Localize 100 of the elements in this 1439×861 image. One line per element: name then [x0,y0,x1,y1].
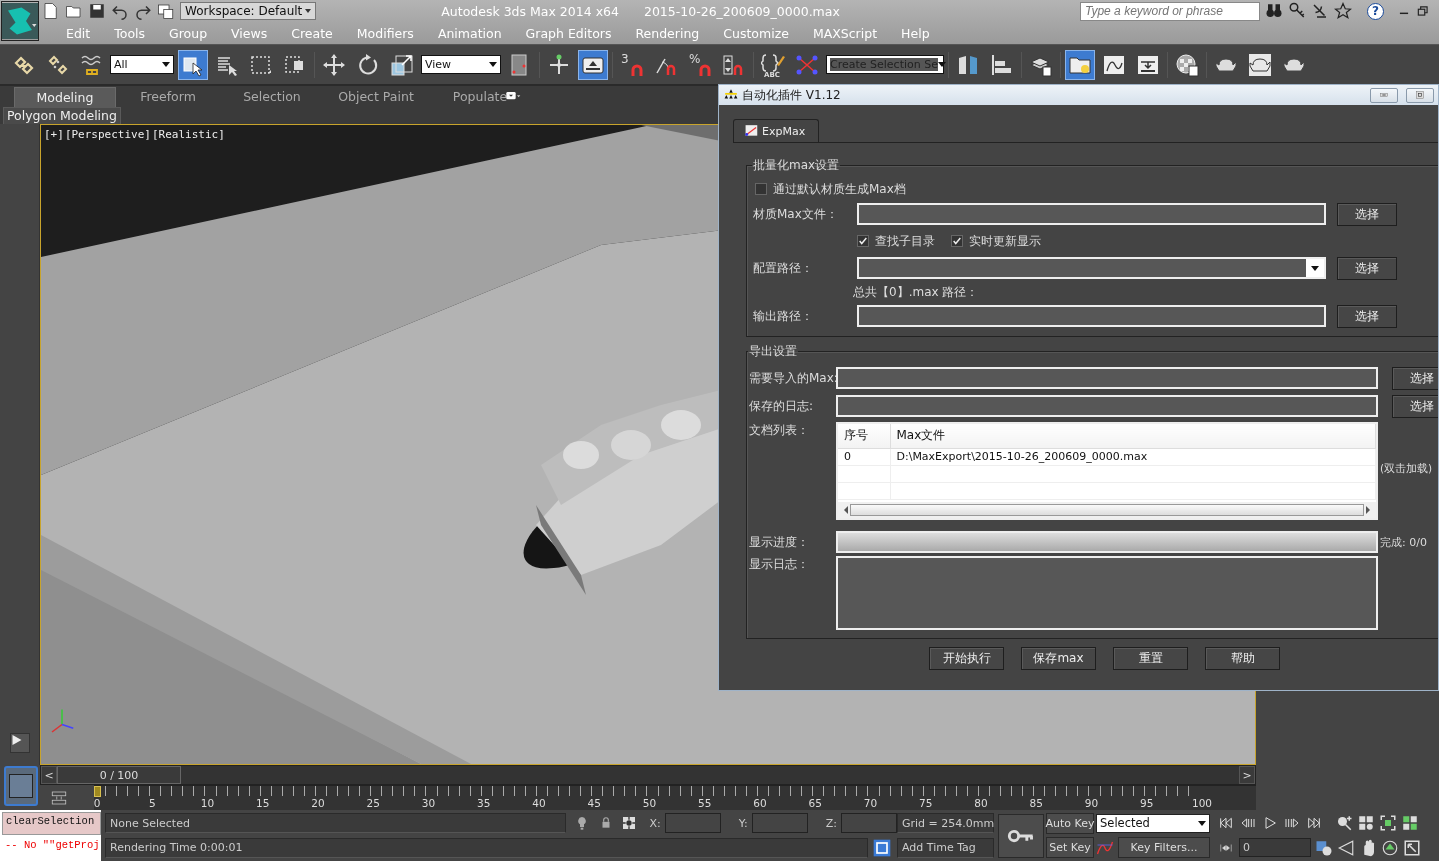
restore-icon[interactable] [1416,4,1430,18]
axis-label: Z: [825,816,837,830]
frame-number: 15 [256,797,270,809]
frame-number: 40 [532,797,546,809]
new-file-icon[interactable] [42,2,60,20]
cursor-box-button[interactable] [178,49,208,80]
coordinate-field[interactable] [751,813,808,834]
log-box[interactable] [836,556,1378,630]
zoom-icon[interactable] [1335,814,1353,833]
dialog-button[interactable]: 帮助 [1205,647,1280,670]
minimize-button[interactable] [1370,87,1398,103]
tray-arrow-button[interactable] [578,49,608,80]
toolbar-dropdown[interactable]: View [421,55,501,74]
dialog-button[interactable]: 开始执行 [929,647,1004,670]
checkbox[interactable] [755,183,767,195]
input-field[interactable] [836,367,1378,389]
checkbox-label[interactable]: 查找子目录 [875,232,935,250]
save-icon[interactable] [88,2,106,20]
magnet-button[interactable]: % [685,49,715,80]
magnet-icon [699,63,711,76]
key-filters-button[interactable]: Key Filters... [1118,837,1210,859]
ribbon-tab[interactable]: Populate [428,87,532,107]
viewport-label[interactable]: [+] [44,128,64,141]
input-field[interactable] [857,305,1326,327]
checkbox[interactable] [951,235,963,247]
scrollbar[interactable] [838,502,1376,518]
play-button[interactable] [9,733,30,753]
toolbar-dropdown[interactable]: All [110,55,174,74]
camera-icon[interactable] [1315,838,1333,857]
binoculars-icon[interactable] [1265,2,1283,20]
coordinate-field[interactable] [841,813,897,834]
file-table[interactable]: 序号 Max文件 0 D:\MaxExport\2015-10-26_200609_0000.max [836,422,1378,520]
choose-button[interactable]: 选择 [1337,202,1397,226]
next-frame-button[interactable]: > [1239,766,1255,784]
field-label: 显示日志： [749,556,810,573]
logo-icon[interactable] [1,1,39,41]
input-field[interactable] [857,203,1326,225]
ribbon-tab[interactable]: Freeform [116,87,220,107]
column-header[interactable]: 序号 [838,424,890,448]
checkbox-label[interactable]: 实时更新显示 [969,232,1041,250]
star-icon[interactable] [1334,2,1352,20]
key-icon[interactable] [1288,2,1306,20]
help-button[interactable]: ? [1367,2,1384,20]
choose-button[interactable]: 选择 [1392,394,1438,418]
dialog-tab[interactable]: ExpMax [733,119,819,142]
field-label: 显示进度： [749,533,810,551]
column-header[interactable]: Max文件 [890,424,1376,448]
go-to-start-icon[interactable] [1217,815,1235,832]
frame-field[interactable]: 0 [1239,838,1311,858]
search-field[interactable]: Type a keyword or phrase [1080,1,1260,21]
zoom-all-icon[interactable] [1357,814,1375,833]
group-title: 批量化max设置 [752,157,841,174]
checkbox-label[interactable]: 通过默认材质生成Max档 [773,180,906,198]
magnet-icon [631,63,643,76]
previous-frame-button[interactable]: < [41,766,57,784]
frame-number: 65 [808,797,822,809]
go-to-end-icon[interactable] [1305,815,1323,832]
hint-text: (双击加载) [1380,462,1433,476]
set-key-toggle-button[interactable] [998,813,1044,858]
zoom-extents-all-icon[interactable] [1401,814,1419,833]
total-count: 总共【0】.max 路径： [852,283,979,301]
workspace-dropdown[interactable]: Workspace: Default [180,2,317,20]
checkbox[interactable] [857,235,869,247]
orbit-icon[interactable] [1381,838,1399,857]
magnet-button[interactable]: 3 [617,49,647,80]
target-icon[interactable] [621,815,638,832]
choose-button[interactable]: 选择 [1337,304,1397,328]
minimize-icon [1377,90,1391,100]
field-of-view-icon[interactable] [1337,838,1355,857]
frame-number: 80 [974,797,988,809]
dialog-button[interactable]: 重置 [1113,647,1188,670]
ribbon-tab[interactable]: Selection [220,87,324,107]
restore-button[interactable] [1406,87,1434,103]
dialog-button[interactable]: 保存max [1021,647,1096,670]
dialog-title: 自动化插件 V1.12 [742,86,841,104]
ribbon-tab[interactable]: Object Paint [324,87,428,107]
viewport-box-icon[interactable] [872,837,892,858]
choose-button[interactable]: 选择 [1337,256,1397,280]
field-label: 需要导入的Max: [749,369,836,387]
ribbon-tab[interactable]: Modeling [14,87,116,107]
field-label: 文档列表： [749,422,810,439]
set-key-button[interactable]: Set Key [1046,837,1094,859]
listener-toggle-button[interactable] [4,766,38,806]
field-label: 配置路径： [753,259,814,277]
input-field[interactable] [836,395,1378,417]
frame-number: 95 [1140,797,1154,809]
folder-bulb-button[interactable] [1065,49,1095,80]
frame-number: 25 [366,797,380,809]
viewport-label[interactable]: [Realistic] [151,128,225,141]
auto-key-button[interactable]: Auto Key [1046,812,1094,834]
maximize-icon[interactable] [1403,838,1421,857]
key-mode-dropdown[interactable]: Selected [1096,813,1210,833]
zoom-extents-icon[interactable] [1379,814,1397,833]
path-dropdown[interactable] [857,257,1326,279]
coordinate-field[interactable] [664,813,721,834]
choose-button[interactable]: 选择 [1392,366,1438,390]
project-folder-icon[interactable] [157,2,175,20]
frame-number: 10 [200,797,215,809]
time-tag-field[interactable]: Add Time Tag [897,837,994,858]
viewport-label[interactable]: [Perspective] [64,128,151,141]
